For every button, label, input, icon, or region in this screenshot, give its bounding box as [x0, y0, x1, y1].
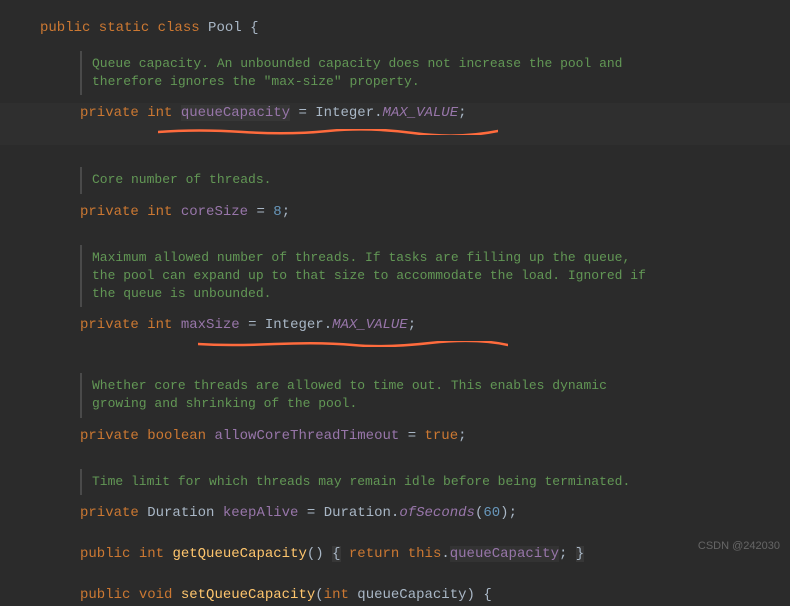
javadoc-maxSize: Maximum allowed number of threads. If ta…	[80, 245, 670, 308]
class-declaration: public static class Pool {	[40, 18, 790, 39]
type-int: int	[147, 105, 172, 121]
num-60: 60	[483, 505, 500, 521]
javadoc-coreSize: Core number of threads.	[80, 167, 670, 193]
value-owner: Integer	[315, 105, 374, 121]
value-const: MAX_VALUE	[383, 105, 459, 121]
field-ref-queueCapacity: queueCapacity	[450, 546, 559, 562]
param-name-queueCapacity: queueCapacity	[357, 587, 466, 603]
field-name-coreSize: coreSize	[181, 204, 248, 220]
javadoc-text: Whether core threads are allowed to time…	[92, 377, 660, 413]
javadoc-text: Maximum allowed number of threads. If ta…	[92, 249, 660, 304]
method-setQueueCapacity-line[interactable]: public void setQueueCapacity(int queueCa…	[40, 585, 790, 606]
method-name-setQueueCapacity: setQueueCapacity	[181, 587, 315, 603]
watermark: CSDN @242030	[698, 538, 780, 555]
field-coreSize-line[interactable]: private int coreSize = 8;	[40, 202, 790, 223]
value-const: MAX_VALUE	[332, 317, 408, 333]
javadoc-queueCapacity: Queue capacity. An unbounded capacity do…	[80, 51, 670, 95]
field-name-maxSize: maxSize	[181, 317, 240, 333]
dot: .	[374, 105, 382, 121]
keyword-private: private	[80, 105, 139, 121]
annotation-underline	[158, 122, 498, 128]
semi: ;	[458, 105, 466, 121]
field-name-keepAlive: keepAlive	[223, 505, 299, 521]
field-queueCapacity-line[interactable]: private int queueCapacity = Integer.MAX_…	[0, 103, 790, 145]
brace-open: {	[250, 20, 258, 36]
javadoc-text: Queue capacity. An unbounded capacity do…	[92, 55, 660, 91]
assign: =	[298, 105, 306, 121]
field-name-allowCoreThreadTimeout: allowCoreThreadTimeout	[214, 428, 399, 444]
class-name: Pool	[208, 20, 242, 36]
method-name-getQueueCapacity: getQueueCapacity	[172, 546, 306, 562]
javadoc-keepAlive: Time limit for which threads may remain …	[80, 469, 670, 495]
javadoc-allowCoreThreadTimeout: Whether core threads are allowed to time…	[80, 373, 670, 417]
javadoc-text: Core number of threads.	[92, 171, 660, 189]
field-allowCoreThreadTimeout-line[interactable]: private boolean allowCoreThreadTimeout =…	[40, 426, 790, 447]
field-keepAlive-line[interactable]: private Duration keepAlive = Duration.of…	[40, 503, 790, 524]
annotation-underline	[198, 334, 508, 340]
javadoc-text: Time limit for which threads may remain …	[92, 473, 660, 491]
num-8: 8	[273, 204, 281, 220]
field-name-queueCapacity: queueCapacity	[181, 105, 290, 121]
keyword-public: public static class	[40, 20, 200, 36]
field-maxSize-line[interactable]: private int maxSize = Integer.MAX_VALUE;	[40, 315, 790, 357]
method-ofSeconds: ofSeconds	[399, 505, 475, 521]
method-getQueueCapacity-line[interactable]: public int getQueueCapacity() { return t…	[40, 544, 790, 565]
value-true: true	[425, 428, 459, 444]
